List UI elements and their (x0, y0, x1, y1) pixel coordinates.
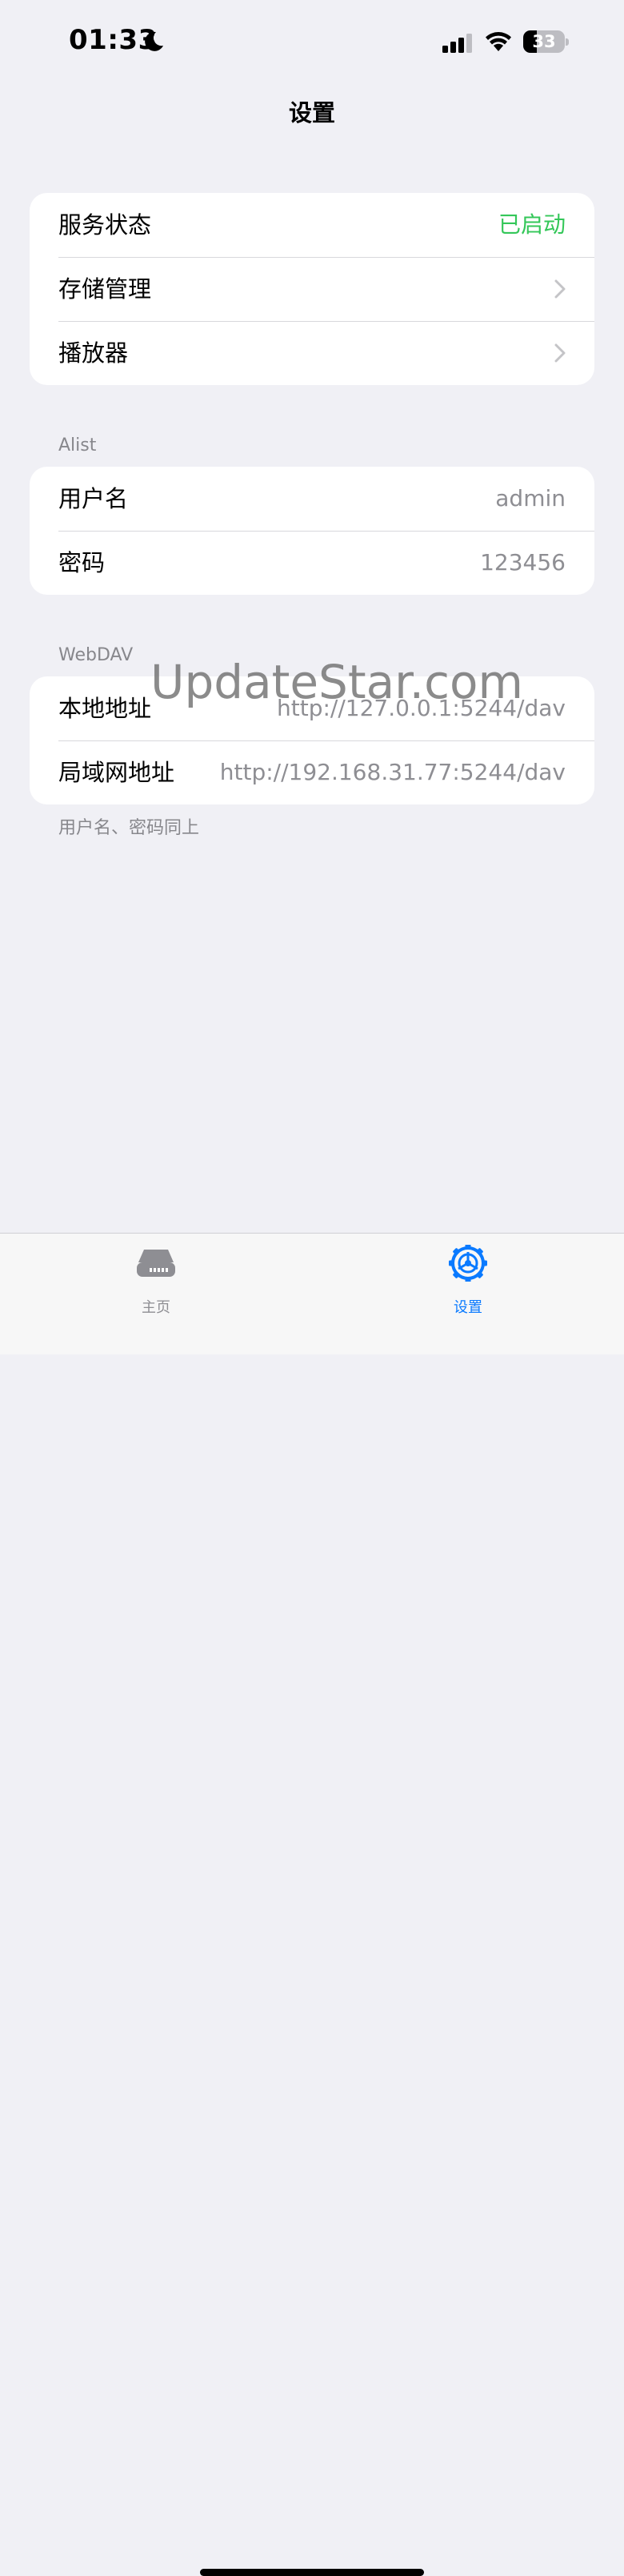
tab-home-label: 主页 (142, 1299, 170, 1316)
service-status-row: 服务状态 已启动 (30, 193, 594, 257)
alist-settings-group: 用户名 admin 密码 123456 (30, 467, 594, 595)
service-status-value: 已启动 (498, 211, 566, 238)
username-row[interactable]: 用户名 admin (30, 467, 594, 531)
tab-home[interactable]: 主页 (100, 1234, 212, 1316)
row-label: 播放器 (58, 339, 129, 367)
row-label: 服务状态 (58, 211, 152, 239)
tab-settings[interactable]: 设置 (412, 1234, 524, 1316)
battery-indicator: 33 (523, 30, 569, 54)
alist-section-header: Alist (58, 435, 97, 455)
password-row[interactable]: 密码 123456 (30, 531, 594, 595)
player-row[interactable]: 播放器 (30, 321, 594, 385)
row-label: 密码 (58, 549, 106, 576)
cellular-signal-icon (442, 34, 472, 53)
chevron-right-icon (554, 279, 566, 299)
row-label: 存储管理 (58, 275, 152, 303)
webdav-section-header: WebDAV (58, 645, 134, 665)
page-title: 设置 (288, 99, 335, 126)
lan-address-row[interactable]: 局域网地址 http://192.168.31.77:5244/dav (30, 740, 594, 804)
tab-bar: 主页 设置 (0, 1233, 624, 2576)
status-bar: 01:33 33 (0, 0, 624, 80)
row-label: 用户名 (58, 485, 129, 512)
home-indicator (200, 2569, 424, 2576)
chevron-right-icon (554, 343, 566, 363)
lan-address-value: http://192.168.31.77:5244/dav (219, 759, 566, 785)
webdav-footnote: 用户名、密码同上 (58, 818, 200, 838)
storage-management-row[interactable]: 存储管理 (30, 257, 594, 321)
username-value: admin (495, 485, 566, 512)
row-label: 本地地址 (58, 695, 152, 722)
wifi-icon (486, 32, 511, 51)
tab-settings-label: 设置 (454, 1299, 482, 1316)
watermark: UpdateStar.com (150, 655, 523, 709)
moon-icon (145, 31, 163, 51)
password-value: 123456 (480, 549, 566, 576)
battery-percent: 33 (532, 32, 556, 51)
gear-icon (449, 1245, 487, 1282)
general-settings-group: 服务状态 已启动 存储管理 播放器 (30, 193, 594, 385)
server-drive-icon (137, 1250, 175, 1277)
row-label: 局域网地址 (58, 759, 175, 786)
